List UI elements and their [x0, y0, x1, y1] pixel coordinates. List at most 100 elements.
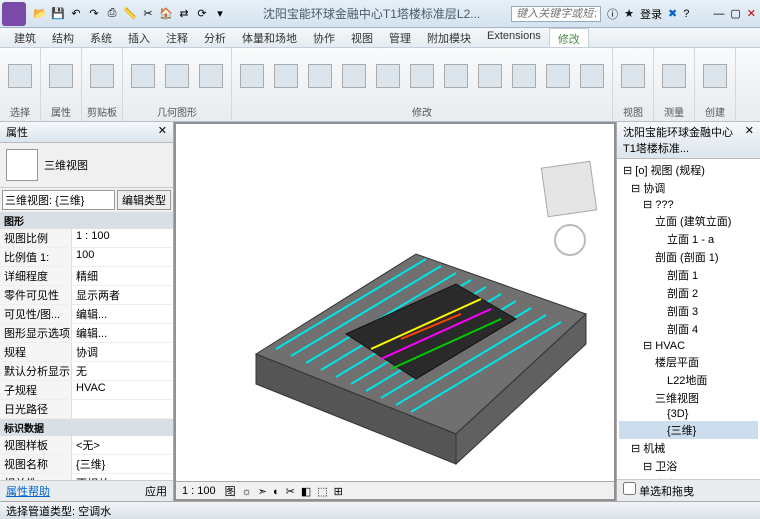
prop-value[interactable]: 无: [72, 362, 173, 380]
ribbon-btn-测量[interactable]: [658, 50, 690, 102]
ribbon-tab-10[interactable]: 附加模块: [419, 28, 479, 47]
prop-value[interactable]: 1 : 100: [72, 229, 173, 247]
view-status-icon[interactable]: ➣: [258, 486, 267, 498]
browser-tree[interactable]: ⊟ [o] 视图 (规程)⊟ 协调⊟ ???立面 (建筑立面)立面 1 - a剖…: [617, 159, 760, 479]
qat-section-icon[interactable]: ✂: [140, 6, 156, 22]
tree-node[interactable]: {3D}: [619, 407, 758, 421]
ribbon-tab-7[interactable]: 协作: [305, 28, 343, 47]
help-icon[interactable]: ?: [683, 8, 689, 20]
ribbon-btn-修剪[interactable]: [440, 50, 472, 102]
tree-node[interactable]: 剖面 2: [619, 284, 758, 302]
prop-value[interactable]: 协调: [72, 343, 173, 361]
ribbon-tab-1[interactable]: 结构: [44, 28, 82, 47]
ribbon-tab-8[interactable]: 视图: [343, 28, 381, 47]
qat-print-icon[interactable]: ⎙: [104, 6, 120, 22]
view-status-icon[interactable]: ⊞: [334, 486, 343, 498]
view-status-icon[interactable]: ⬚: [317, 486, 327, 498]
maximize-button[interactable]: ▢: [730, 7, 740, 20]
prop-value[interactable]: 100: [72, 248, 173, 266]
tree-node[interactable]: ⊟ 机械: [619, 439, 758, 457]
tree-node[interactable]: ⊟ 协调: [619, 179, 758, 197]
tree-node[interactable]: 剖面 4: [619, 320, 758, 338]
tree-node[interactable]: 剖面 3: [619, 302, 758, 320]
prop-value[interactable]: 精细: [72, 267, 173, 285]
qat-3d-icon[interactable]: 🏠: [158, 6, 174, 22]
property-row[interactable]: 可见性/图...编辑...: [0, 305, 173, 324]
property-row[interactable]: 详细程度精细: [0, 267, 173, 286]
ribbon-btn-复制[interactable]: [372, 50, 404, 102]
tree-node[interactable]: 楼层平面: [619, 353, 758, 371]
ribbon-btn-连接端切割[interactable]: [127, 50, 159, 102]
tree-node[interactable]: L22地面: [619, 371, 758, 389]
ribbon-tab-5[interactable]: 分析: [196, 28, 234, 47]
ribbon-btn-缩放[interactable]: [542, 50, 574, 102]
property-row[interactable]: 比例值 1:100: [0, 248, 173, 267]
edit-type-button[interactable]: 编辑类型: [117, 190, 171, 210]
qat-save-icon[interactable]: 💾: [50, 6, 66, 22]
prop-value[interactable]: [72, 400, 173, 418]
ribbon-tab-3[interactable]: 插入: [120, 28, 158, 47]
help-search-input[interactable]: [511, 6, 601, 22]
ribbon-tab-9[interactable]: 管理: [381, 28, 419, 47]
tree-node[interactable]: ⊟ 卫浴: [619, 457, 758, 475]
ribbon-btn-拆分[interactable]: [474, 50, 506, 102]
prop-value[interactable]: 显示两者: [72, 286, 173, 304]
apply-button[interactable]: 应用: [145, 483, 167, 499]
ribbon-btn-偏移[interactable]: [270, 50, 302, 102]
properties-help-link[interactable]: 属性帮助: [6, 483, 50, 499]
star-icon[interactable]: ★: [624, 7, 634, 20]
exchange-icon[interactable]: ✖: [668, 7, 677, 20]
property-row[interactable]: 子规程HVAC: [0, 381, 173, 400]
ribbon-tab-2[interactable]: 系统: [82, 28, 120, 47]
prop-category[interactable]: 图形: [0, 212, 173, 229]
single-select-checkbox[interactable]: 单选和拖曳: [623, 482, 694, 499]
tree-node[interactable]: 立面 1 - a: [619, 230, 758, 248]
view-scale[interactable]: 1 : 100: [182, 485, 216, 497]
ribbon-btn-剪切[interactable]: [161, 50, 193, 102]
properties-close-icon[interactable]: ✕: [158, 124, 167, 140]
property-row[interactable]: 零件可见性显示两者: [0, 286, 173, 305]
info-icon[interactable]: ⓘ: [607, 6, 618, 22]
ribbon-tab-12[interactable]: 修改: [549, 28, 589, 47]
qat-open-icon[interactable]: 📂: [32, 6, 48, 22]
ribbon-tab-11[interactable]: Extensions: [479, 28, 549, 47]
tree-node[interactable]: ⊟ [o] 视图 (规程): [619, 161, 758, 179]
property-row[interactable]: 视图名称{三维}: [0, 455, 173, 474]
tree-node[interactable]: 三维视图: [619, 389, 758, 407]
ribbon-tab-0[interactable]: 建筑: [6, 28, 44, 47]
ribbon-tab-6[interactable]: 体量和场地: [234, 28, 305, 47]
prop-value[interactable]: 编辑...: [72, 305, 173, 323]
qat-more-icon[interactable]: ▾: [212, 6, 228, 22]
ribbon-btn-旋转[interactable]: [406, 50, 438, 102]
ribbon-btn-创建[interactable]: [699, 50, 731, 102]
qat-switch-icon[interactable]: ⇄: [176, 6, 192, 22]
ribbon-btn-修改[interactable]: [4, 50, 36, 102]
minimize-button[interactable]: —: [713, 8, 724, 20]
ribbon-btn-移动[interactable]: [338, 50, 370, 102]
ribbon-btn-连接[interactable]: [195, 50, 227, 102]
prop-category[interactable]: 标识数据: [0, 419, 173, 436]
tree-node[interactable]: {三维}: [619, 421, 758, 439]
tree-node[interactable]: 剖面 (剖面 1): [619, 248, 758, 266]
ribbon-tab-4[interactable]: 注释: [158, 28, 196, 47]
ribbon-btn-删除[interactable]: [576, 50, 608, 102]
type-selector[interactable]: 三维视图: {三维}: [2, 190, 115, 210]
property-row[interactable]: 日光路径: [0, 400, 173, 419]
ribbon-btn-对齐[interactable]: [236, 50, 268, 102]
tree-node[interactable]: ⊟ HVAC: [619, 338, 758, 353]
ribbon-btn-镜像[interactable]: [304, 50, 336, 102]
3d-view-canvas[interactable]: [176, 124, 614, 481]
ribbon-btn-粘贴[interactable]: [86, 50, 118, 102]
view-status-icon[interactable]: ☼: [242, 486, 252, 498]
ribbon-btn-视图[interactable]: [617, 50, 649, 102]
ribbon-btn-阵列[interactable]: [508, 50, 540, 102]
tree-node[interactable]: 剖面 1: [619, 266, 758, 284]
tree-node[interactable]: 立面 (建筑立面): [619, 212, 758, 230]
property-row[interactable]: 默认分析显示...无: [0, 362, 173, 381]
view-status-icon[interactable]: ✂: [286, 486, 295, 498]
property-row[interactable]: 规程协调: [0, 343, 173, 362]
tree-node[interactable]: ⊟ ???: [619, 197, 758, 212]
qat-measure-icon[interactable]: 📏: [122, 6, 138, 22]
prop-value[interactable]: <无>: [72, 436, 173, 454]
prop-value[interactable]: {三维}: [72, 455, 173, 473]
